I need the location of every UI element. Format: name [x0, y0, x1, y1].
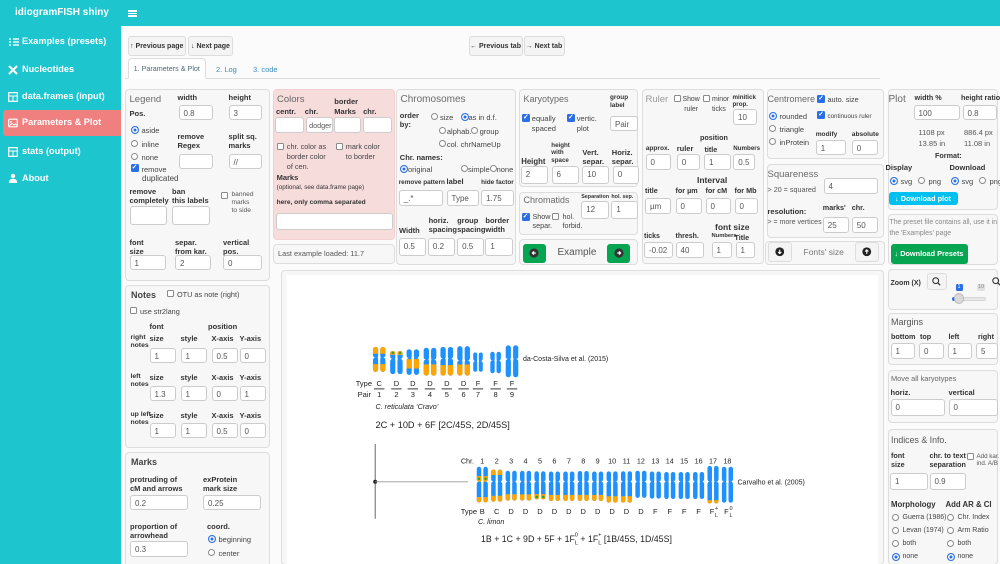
svg-text:13: 13 — [651, 456, 659, 465]
svg-text:Chr.: Chr. — [461, 456, 474, 465]
svg-text:15: 15 — [680, 456, 688, 465]
svg-text:F: F — [510, 379, 515, 388]
svg-text:F: F — [476, 379, 481, 388]
svg-text:‘Cravo’: ‘Cravo’ — [416, 402, 439, 411]
svg-text:3: 3 — [509, 456, 513, 465]
svg-text:1B + 1C + 9D + 5F + 1FL0 + 1FL: 1B + 1C + 9D + 5F + 1FL0 + 1FL+ [1B/45S,… — [481, 532, 672, 546]
svg-text:D: D — [394, 379, 400, 388]
svg-text:14: 14 — [666, 456, 674, 465]
svg-text:9: 9 — [510, 390, 514, 399]
svg-text:18: 18 — [723, 456, 731, 465]
svg-text:D: D — [537, 507, 543, 516]
svg-text:9: 9 — [596, 456, 600, 465]
svg-text:16: 16 — [695, 456, 703, 465]
svg-text:12: 12 — [637, 456, 645, 465]
svg-text:11: 11 — [623, 456, 630, 465]
svg-text:3: 3 — [411, 390, 415, 399]
svg-text:F: F — [667, 507, 672, 516]
svg-text:D: D — [638, 507, 644, 516]
svg-text:D: D — [624, 507, 630, 516]
svg-text:C. reticulata: C. reticulata — [376, 402, 414, 411]
svg-text:L: L — [715, 513, 718, 519]
svg-text:da-Costa-Silva et al. (2015): da-Costa-Silva et al. (2015) — [523, 356, 608, 363]
svg-text:0: 0 — [729, 506, 732, 512]
svg-text:1: 1 — [480, 456, 484, 465]
svg-text:D: D — [461, 379, 467, 388]
svg-text:10: 10 — [608, 456, 616, 465]
svg-text:17: 17 — [709, 456, 717, 465]
svg-text:5: 5 — [538, 456, 542, 465]
svg-text:L: L — [729, 513, 732, 519]
svg-text:Carvalho et al. (2005): Carvalho et al. (2005) — [738, 479, 805, 486]
svg-text:Pair: Pair — [358, 390, 372, 399]
svg-text:D: D — [552, 507, 558, 516]
svg-text:F: F — [724, 507, 729, 516]
svg-text:D: D — [444, 379, 450, 388]
svg-text:7: 7 — [476, 390, 480, 399]
svg-text:1: 1 — [377, 390, 381, 399]
svg-text:D: D — [508, 507, 514, 516]
svg-text:6: 6 — [462, 390, 466, 399]
svg-text:4: 4 — [524, 456, 528, 465]
svg-text:2C + 10D + 6F [2C/45S, 2D/45S]: 2C + 10D + 6F [2C/45S, 2D/45S] — [376, 420, 510, 430]
svg-text:F: F — [493, 379, 498, 388]
svg-text:Type: Type — [356, 379, 372, 388]
svg-text:5: 5 — [445, 390, 449, 399]
svg-text:6: 6 — [552, 456, 556, 465]
svg-text:C: C — [376, 379, 382, 388]
svg-text:D: D — [609, 507, 615, 516]
svg-text:D: D — [523, 507, 529, 516]
svg-text:4: 4 — [428, 390, 432, 399]
svg-text:F: F — [682, 507, 687, 516]
svg-text:Type: Type — [461, 507, 477, 516]
svg-text:+: + — [715, 506, 718, 512]
svg-text:7: 7 — [567, 456, 571, 465]
svg-text:D: D — [427, 379, 433, 388]
svg-text:B: B — [480, 507, 485, 516]
svg-text:F: F — [653, 507, 658, 516]
svg-text:8: 8 — [581, 456, 585, 465]
svg-text:2: 2 — [495, 456, 499, 465]
svg-text:D: D — [595, 507, 601, 516]
svg-text:F: F — [710, 507, 715, 516]
svg-text:2: 2 — [394, 390, 398, 399]
svg-text:C. limon: C. limon — [478, 517, 504, 526]
svg-text:F: F — [696, 507, 701, 516]
svg-text:D: D — [566, 507, 572, 516]
svg-text:D: D — [581, 507, 587, 516]
svg-text:C: C — [494, 507, 500, 516]
svg-text:D: D — [410, 379, 416, 388]
svg-text:8: 8 — [494, 390, 498, 399]
